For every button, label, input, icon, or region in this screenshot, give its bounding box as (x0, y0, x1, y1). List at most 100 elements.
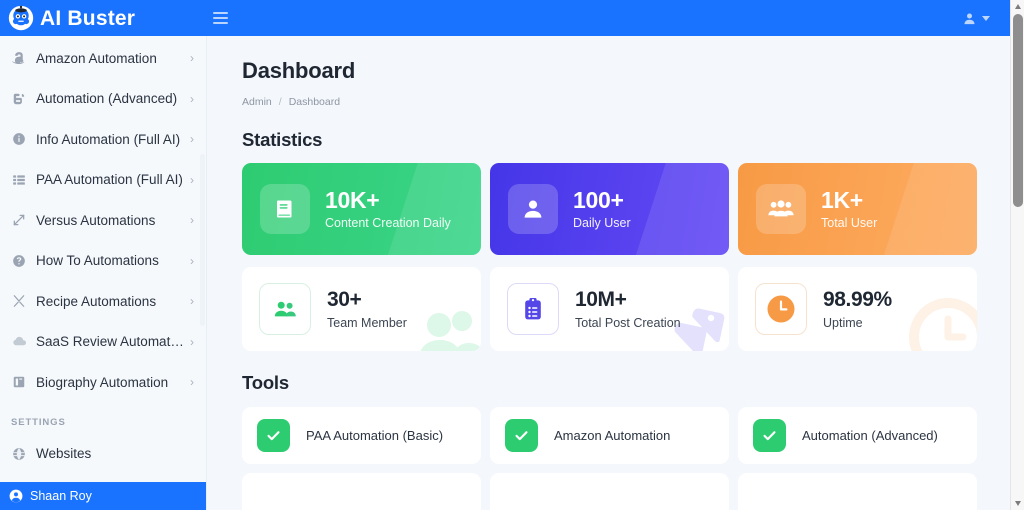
stat-value: 10K+ (325, 187, 380, 214)
tool-card-next-row-partial[interactable] (242, 473, 481, 510)
sidebar-item-info-automation[interactable]: Info Automation (Full AI) › (0, 119, 206, 160)
tools-heading: Tools (242, 372, 289, 393)
sidebar-item-label: PAA Automation (Full AI) (36, 172, 183, 188)
sidebar-item-label: Automation (Advanced) (36, 91, 178, 107)
tools-grid: PAA Automation (Basic) Amazon Automation… (242, 407, 977, 510)
tool-label: PAA Automation (Basic) (306, 428, 444, 443)
decorative-watermark (909, 298, 977, 351)
hamburger-bar (212, 12, 228, 14)
breadcrumb: Admin / Dashboard (242, 96, 977, 108)
list-grid-icon (11, 172, 27, 188)
stat-label: Total User (821, 215, 878, 230)
sidebar-section-settings-label: SETTINGS (11, 416, 66, 428)
sidebar-item-how-to-automations[interactable]: How To Automations › (0, 241, 206, 282)
sidebar-item-amazon-automation[interactable]: Amazon Automation › (0, 38, 206, 79)
users-group-icon (756, 184, 806, 234)
sidebar-item-label: Websites (36, 446, 92, 462)
breadcrumb-admin[interactable]: Admin (242, 96, 272, 108)
stat-card-total-user[interactable]: 1K+ Total User (738, 163, 977, 255)
sidebar-scrollbar-thumb[interactable] (200, 154, 205, 326)
sidebar-item-label: Amazon Automation (36, 50, 157, 66)
book-open-icon (260, 184, 310, 234)
sidebar-item-websites[interactable]: Websites (0, 434, 206, 475)
stat-value: 100+ (573, 187, 624, 214)
topbar-right-group (962, 11, 1010, 26)
user-account-menu[interactable] (962, 11, 990, 26)
chevron-right-icon: › (190, 375, 194, 390)
card-sheen (875, 163, 977, 255)
sidebar-item-label: Biography Automation (36, 374, 169, 390)
stat-card-team-member[interactable]: 30+ Team Member (242, 267, 481, 351)
sidebar-item-paa-automation[interactable]: PAA Automation (Full AI) › (0, 160, 206, 201)
stat-text-group: 100+ Daily User (573, 187, 631, 230)
stat-label: Uptime (823, 315, 863, 330)
tool-label: Amazon Automation (554, 428, 671, 443)
sidebar-item-label: Info Automation (Full AI) (36, 131, 181, 147)
sidebar-item-saas-review-automations[interactable]: SaaS Review Automations › (0, 322, 206, 363)
stat-value: 30+ (327, 288, 362, 312)
check-icon (753, 419, 786, 452)
tool-card-next-row-partial[interactable] (490, 473, 729, 510)
scroll-up-arrow-icon[interactable] (1011, 0, 1024, 13)
tool-card-paa-automation-basic[interactable]: PAA Automation (Basic) (242, 407, 481, 464)
chevron-right-icon: › (190, 91, 194, 106)
current-user-label: Shaan Roy (30, 489, 92, 503)
stat-text-group: 10M+ Total Post Creation (575, 288, 681, 330)
tool-card-next-row-partial[interactable] (738, 473, 977, 510)
stat-card-uptime[interactable]: 98.99% Uptime (738, 267, 977, 351)
stat-value: 10M+ (575, 288, 627, 312)
stat-label: Content Creation Daily (325, 215, 451, 230)
sidebar-item-label: Recipe Automations (36, 293, 157, 309)
brand-logo-area[interactable]: AI Buster (0, 0, 207, 36)
breadcrumb-separator: / (278, 96, 282, 108)
amazon-icon (11, 50, 27, 66)
sidebar-item-recipe-automations[interactable]: Recipe Automations › (0, 281, 206, 322)
stat-card-total-post-creation[interactable]: 10M+ Total Post Creation (490, 267, 729, 351)
check-icon (257, 419, 290, 452)
brand-name: AI Buster (40, 6, 136, 30)
user-icon (508, 184, 558, 234)
stat-label: Daily User (573, 215, 631, 230)
user-circle-icon (9, 489, 23, 503)
chevron-right-icon: › (190, 172, 194, 187)
secondary-stats-grid: 30+ Team Member 10M+ Total Post Creation… (242, 267, 977, 351)
sidebar-item-automation-advanced[interactable]: Automation (Advanced) › (0, 79, 206, 120)
stat-label: Total Post Creation (575, 315, 681, 330)
browser-scrollbar[interactable] (1010, 0, 1024, 510)
stat-text-group: 10K+ Content Creation Daily (325, 187, 451, 230)
clock-icon (755, 283, 807, 335)
sidebar-item-current-user[interactable]: Shaan Roy (0, 482, 206, 510)
sidebar-item-label: How To Automations (36, 253, 159, 269)
sidebar-item-versus-automations[interactable]: Versus Automations › (0, 200, 206, 241)
chevron-right-icon: › (190, 253, 194, 268)
users-group-icon (259, 283, 311, 335)
question-circle-icon (11, 253, 27, 269)
stat-card-daily-user[interactable]: 100+ Daily User (490, 163, 729, 255)
chevron-right-icon: › (190, 51, 194, 66)
page-title: Dashboard (242, 58, 356, 83)
stat-card-content-creation-daily[interactable]: 10K+ Content Creation Daily (242, 163, 481, 255)
hero-stats-grid: 10K+ Content Creation Daily 100+ Daily U… (242, 163, 977, 255)
blogger-icon (11, 91, 27, 107)
user-avatar-icon (964, 13, 975, 24)
tool-card-amazon-automation[interactable]: Amazon Automation (490, 407, 729, 464)
sidebar-scrollbar[interactable] (200, 36, 205, 510)
card-sheen (627, 163, 729, 255)
browser-scrollbar-thumb[interactable] (1013, 14, 1023, 207)
tool-label: Automation (Advanced) (802, 428, 938, 443)
stat-text-group: 1K+ Total User (821, 187, 878, 230)
stat-value: 1K+ (821, 187, 863, 214)
stat-text-group: 30+ Team Member (327, 288, 407, 330)
sidebar-item-biography-automation[interactable]: Biography Automation › (0, 362, 206, 403)
check-icon (505, 419, 538, 452)
stat-value: 98.99% (823, 288, 892, 312)
tool-card-automation-advanced[interactable]: Automation (Advanced) (738, 407, 977, 464)
hamburger-menu-icon[interactable] (209, 7, 231, 29)
scroll-down-arrow-icon[interactable] (1011, 497, 1024, 510)
compare-arrows-icon (11, 212, 27, 228)
statistics-heading: Statistics (242, 129, 323, 150)
breadcrumb-dashboard[interactable]: Dashboard (289, 96, 340, 108)
app-root: AI Buster Amazon Automation › Automation… (0, 0, 1024, 510)
chevron-right-icon: › (190, 334, 194, 349)
stat-text-group: 98.99% Uptime (823, 288, 892, 330)
